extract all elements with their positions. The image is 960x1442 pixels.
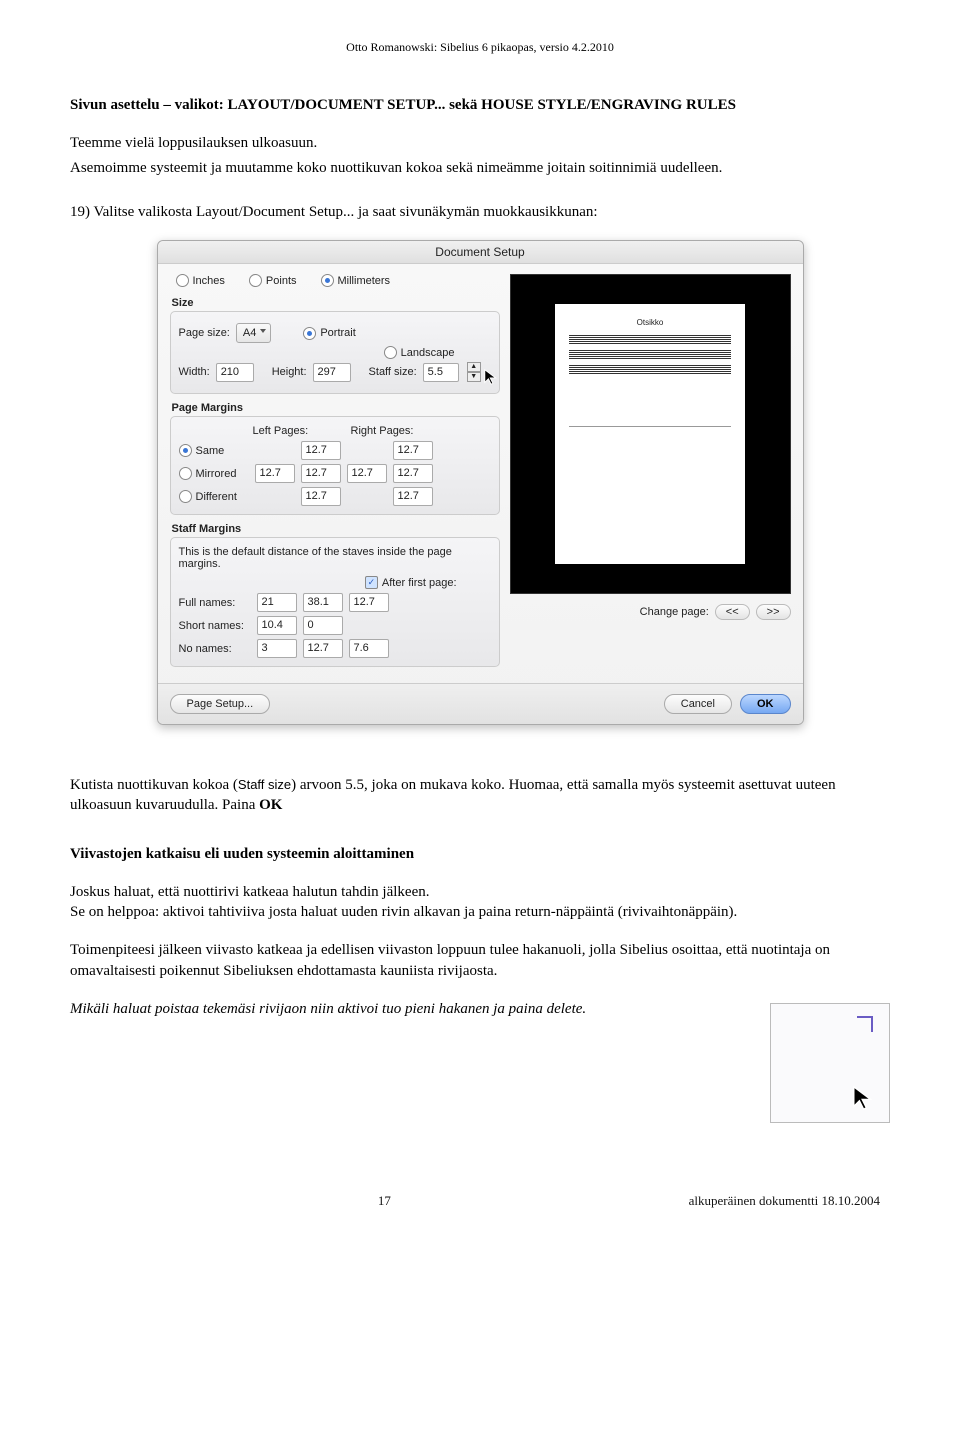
short-names-label: Short names: <box>179 620 251 632</box>
preview-page: Otsikko <box>555 304 745 564</box>
document-page: Otto Romanowski: Sibelius 6 pikaopas, ve… <box>0 0 960 1239</box>
ok-button[interactable]: OK <box>740 694 791 714</box>
staff-col2b[interactable]: 0 <box>303 616 343 635</box>
document-setup-dialog: Document Setup Inches Points Millimeters… <box>157 240 804 725</box>
footer-right-text: alkuperäinen dokumentti 18.10.2004 <box>689 1193 880 1209</box>
section-heading: Sivun asettelu – valikot: LAYOUT/DOCUMEN… <box>70 95 890 115</box>
size-group: Page size: A4 Portrait Landscape Width: … <box>170 311 500 394</box>
page-size-select[interactable]: A4 <box>236 323 271 343</box>
intro-paragraph-2: Asemoimme systeemit ja muutamme koko nuo… <box>70 158 890 178</box>
staff-col2a[interactable]: 38.1 <box>303 593 343 612</box>
radio-margins-different[interactable]: Different <box>179 490 249 503</box>
height-label: Height: <box>272 366 307 378</box>
step-19-text: 19) Valitse valikosta Layout/Document Se… <box>70 202 890 222</box>
width-label: Width: <box>179 366 210 378</box>
no-names-input[interactable]: 3 <box>257 639 297 658</box>
intro-paragraph-1: Teemme vielä loppusilauksen ulkoasuun. <box>70 133 890 153</box>
radio-landscape[interactable]: Landscape <box>384 346 455 359</box>
page-margins-label: Page Margins <box>172 402 500 414</box>
chevron-down-icon: ▼ <box>467 372 481 382</box>
margin-mirr-4[interactable]: 12.7 <box>393 464 433 483</box>
document-header: Otto Romanowski: Sibelius 6 pikaopas, ve… <box>70 40 890 55</box>
return-arrow-figure <box>770 1003 890 1123</box>
radio-points[interactable]: Points <box>249 274 297 287</box>
size-section-label: Size <box>172 297 500 309</box>
left-pages-label: Left Pages: <box>253 425 333 437</box>
staff-margins-desc: This is the default distance of the stav… <box>179 546 491 570</box>
staff-margins-group: This is the default distance of the stav… <box>170 537 500 667</box>
height-input[interactable]: 297 <box>313 363 351 382</box>
page-margins-group: Left Pages: Right Pages: Same 12.7 12.7 … <box>170 416 500 515</box>
page-setup-button[interactable]: Page Setup... <box>170 694 271 714</box>
chevron-up-icon: ▲ <box>467 362 481 372</box>
after-first-page-checkbox[interactable] <box>365 576 378 589</box>
staff-col3a[interactable]: 12.7 <box>349 593 389 612</box>
viivastot-para-1: Joskus haluat, että nuottirivi katkeaa h… <box>70 882 890 902</box>
radio-inches[interactable]: Inches <box>176 274 225 287</box>
no-names-label: No names: <box>179 643 251 655</box>
short-names-input[interactable]: 10.4 <box>257 616 297 635</box>
viivastot-para-3: Toimenpiteesi jälkeen viivasto katkeaa j… <box>70 940 890 981</box>
staff-col3c[interactable]: 7.6 <box>349 639 389 658</box>
dialog-title: Document Setup <box>158 241 803 264</box>
margin-mirr-1[interactable]: 12.7 <box>255 464 295 483</box>
staff-size-input[interactable]: 5.5 <box>423 363 459 382</box>
radio-margins-same[interactable]: Same <box>179 444 249 457</box>
radio-millimeters[interactable]: Millimeters <box>321 274 391 287</box>
full-names-label: Full names: <box>179 597 251 609</box>
page-footer: 17 alkuperäinen dokumentti 18.10.2004 <box>70 1193 890 1209</box>
next-page-button[interactable]: >> <box>756 604 791 620</box>
cancel-button[interactable]: Cancel <box>664 694 732 714</box>
margin-diff-1[interactable]: 12.7 <box>301 487 341 506</box>
staff-col2c[interactable]: 12.7 <box>303 639 343 658</box>
preview-title: Otsikko <box>569 318 731 327</box>
viivastot-heading: Viivastojen katkaisu eli uuden systeemin… <box>70 846 414 862</box>
return-hook-icon <box>857 1016 873 1032</box>
margin-mirr-2[interactable]: 12.7 <box>301 464 341 483</box>
cursor-icon <box>851 1084 879 1112</box>
radio-portrait[interactable]: Portrait <box>303 327 355 340</box>
margin-same-left[interactable]: 12.7 <box>301 441 341 460</box>
right-pages-label: Right Pages: <box>351 425 431 437</box>
after-first-page-label: After first page: <box>382 577 457 589</box>
radio-margins-mirrored[interactable]: Mirrored <box>179 467 249 480</box>
staff-size-label: Staff size: <box>369 366 417 378</box>
page-preview: Otsikko <box>510 274 791 594</box>
page-size-label: Page size: <box>179 327 230 339</box>
margin-diff-2[interactable]: 12.7 <box>393 487 433 506</box>
staff-margins-label: Staff Margins <box>172 523 500 535</box>
full-names-input[interactable]: 21 <box>257 593 297 612</box>
after-dialog-paragraph: Kutista nuottikuvan kokoa (Staff size) a… <box>70 775 890 816</box>
staff-size-spinner[interactable]: ▲▼ <box>467 362 481 382</box>
page-number: 17 <box>378 1193 391 1209</box>
prev-page-button[interactable]: << <box>715 604 750 620</box>
viivastot-para-4: Mikäli haluat poistaa tekemäsi rivijaon … <box>70 999 890 1019</box>
width-input[interactable]: 210 <box>216 363 254 382</box>
dialog-screenshot: Document Setup Inches Points Millimeters… <box>70 240 890 725</box>
margin-same-right[interactable]: 12.7 <box>393 441 433 460</box>
margin-mirr-3[interactable]: 12.7 <box>347 464 387 483</box>
change-page-label: Change page: <box>640 606 709 618</box>
viivastot-para-2: Se on helppoa: aktivoi tahtiviiva josta … <box>70 902 890 922</box>
